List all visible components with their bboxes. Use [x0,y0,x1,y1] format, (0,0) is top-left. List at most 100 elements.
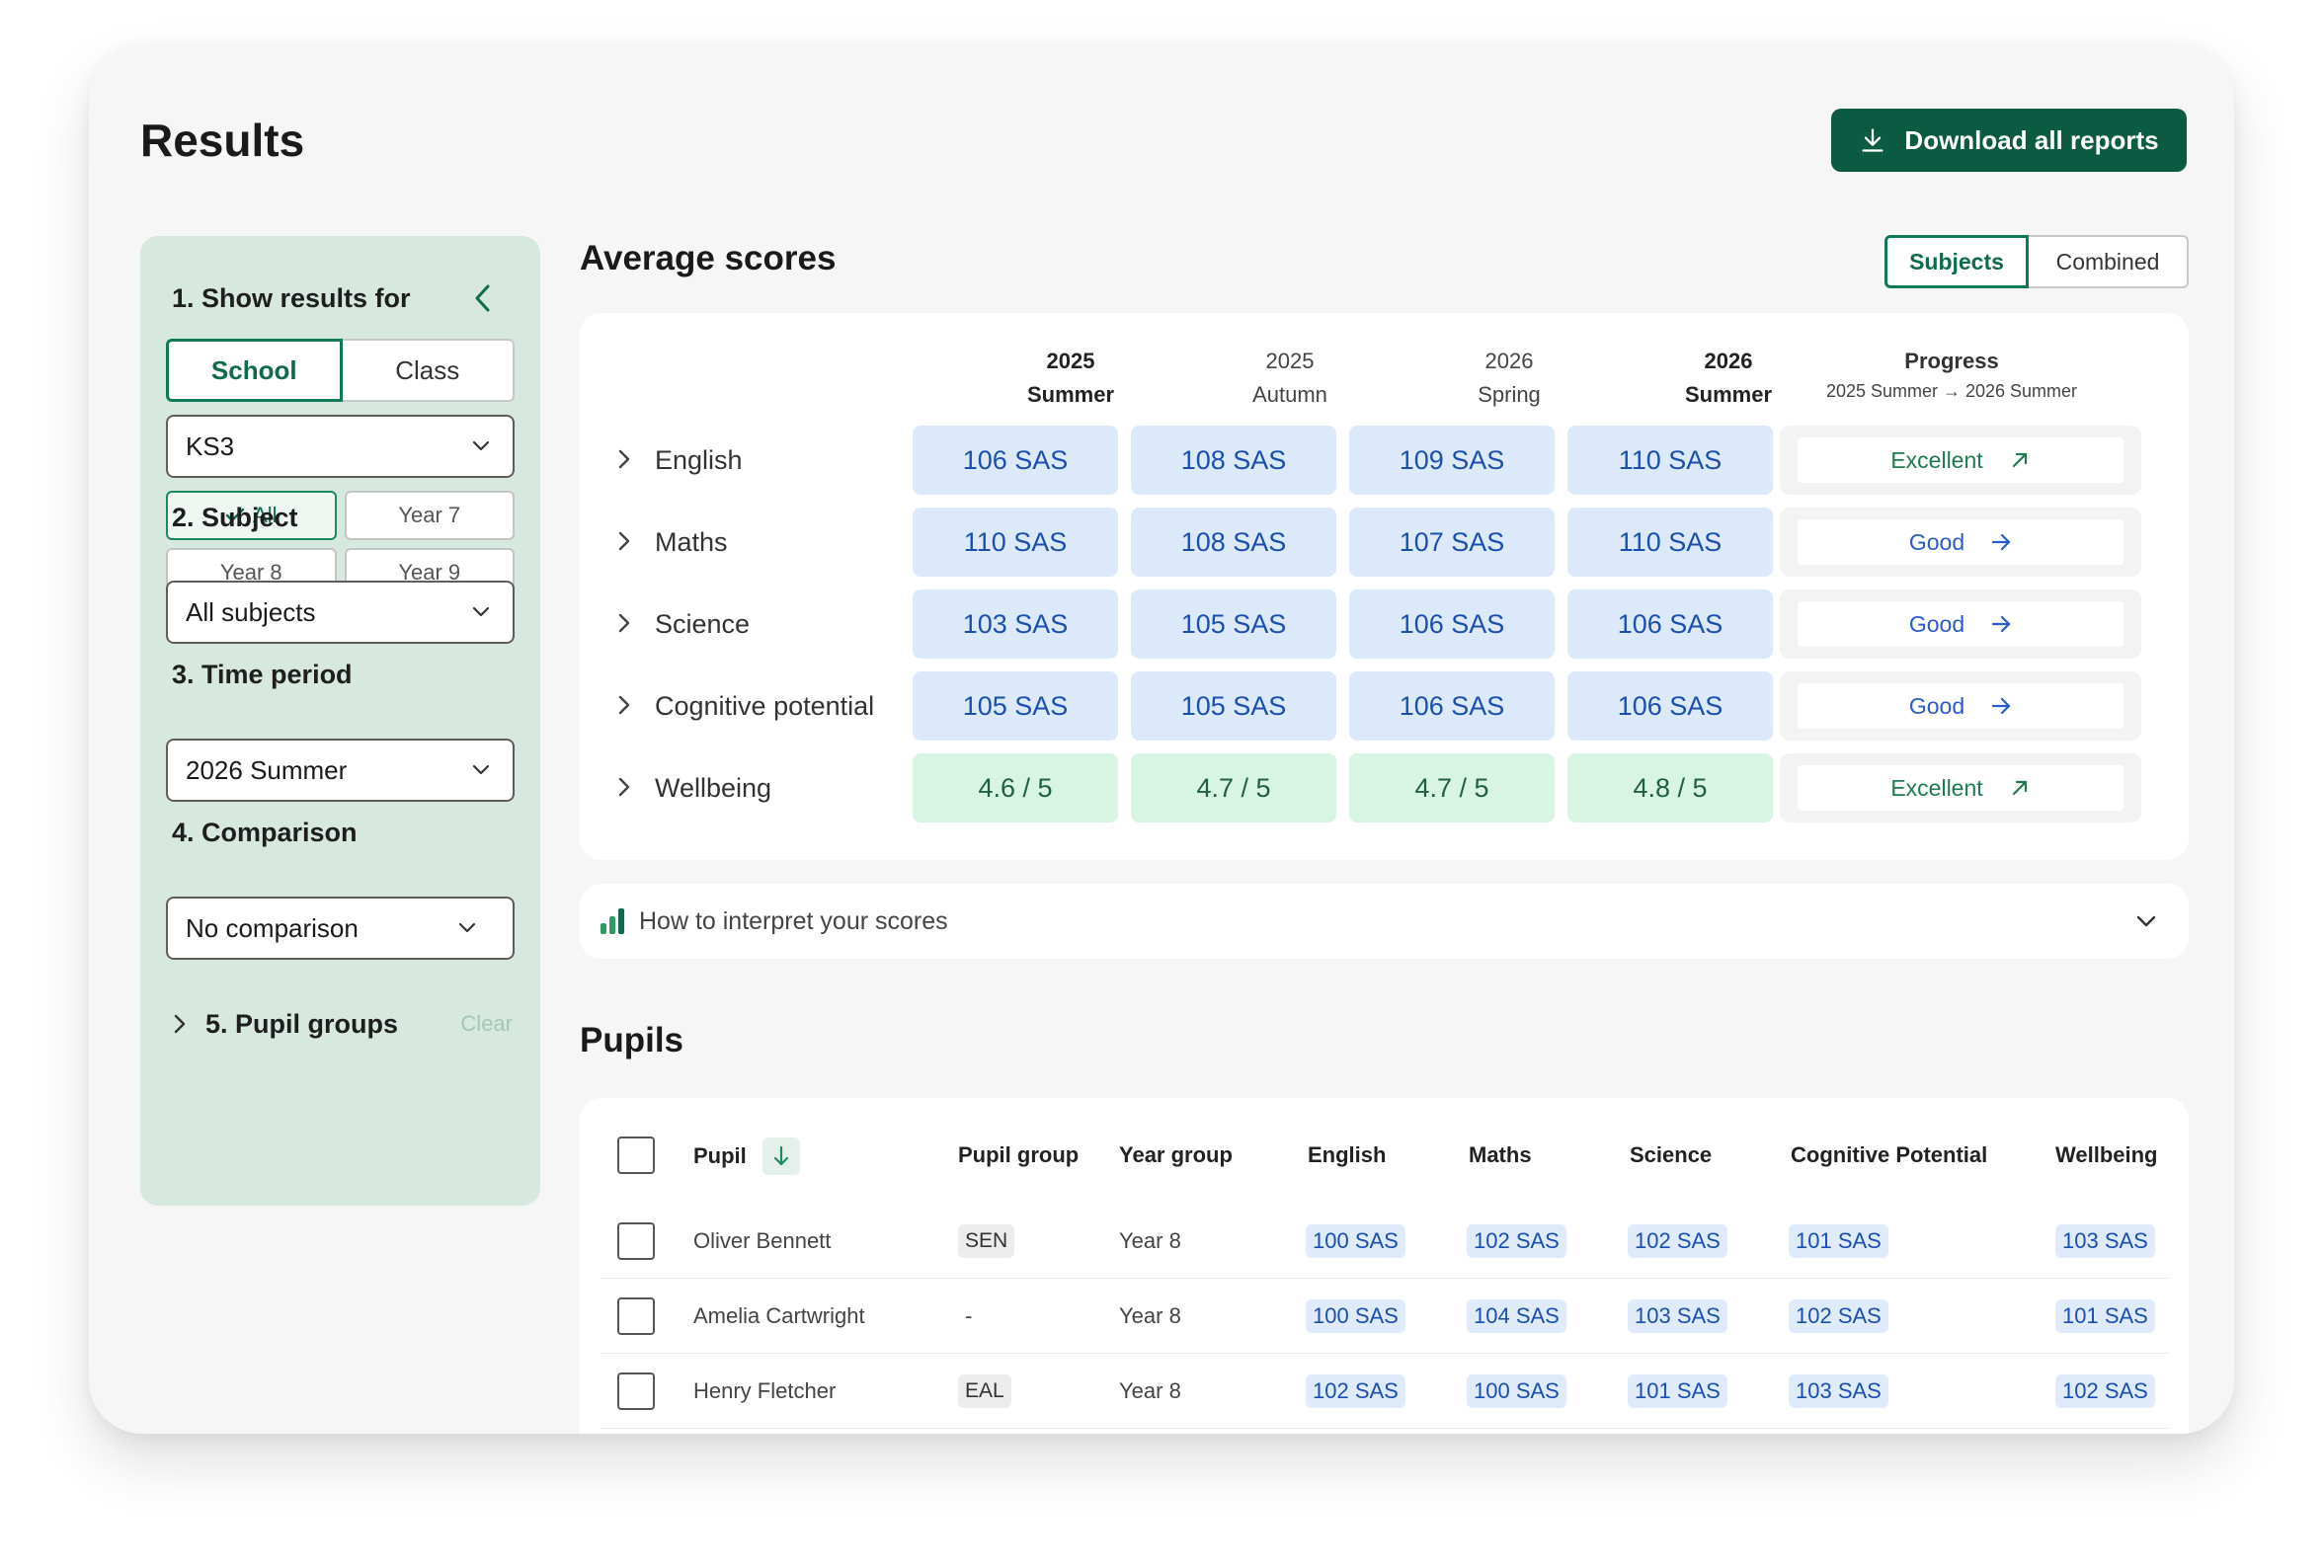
score-pill: 102 SAS [1628,1224,1727,1258]
filter-sidebar: 1. Show results for School Class KS3 All… [140,236,540,1206]
chevron-down-icon [472,440,490,451]
score-cell[interactable]: 106 SAS [913,426,1118,495]
progress-badge[interactable]: Good [1798,683,2124,729]
pupil-name[interactable]: Amelia Cartwright [693,1279,865,1354]
pupil-name[interactable]: Henry Fletcher [693,1354,836,1429]
wellbeing-header[interactable]: Wellbeing [2055,1137,2158,1173]
wellbeing-cell[interactable]: 4.8 / 5 [1567,753,1773,823]
table-row[interactable]: Henry Fletcher EAL Year 8 102 SAS 100 SA… [600,1354,2169,1429]
scope-school-button[interactable]: School [166,339,343,402]
arrow-up-right-icon [2012,452,2027,468]
chevron-right-icon[interactable] [617,529,631,553]
year-group-header[interactable]: Year group [1119,1137,1233,1173]
row-checkbox[interactable] [617,1372,655,1410]
pupil-column-header[interactable]: Pupil [693,1137,800,1175]
view-combined-button[interactable]: Combined [2029,235,2189,288]
science-header[interactable]: Science [1630,1137,1712,1173]
chevron-right-icon [174,1014,186,1034]
table-row[interactable]: Amelia Cartwright - Year 8 100 SAS 104 S… [600,1279,2169,1354]
score-cell[interactable]: 110 SAS [913,508,1118,577]
wellbeing-cell[interactable]: 4.6 / 5 [913,753,1118,823]
progress-badge[interactable]: Excellent [1798,765,2124,811]
score-pill: 102 SAS [1467,1224,1566,1258]
score-cell[interactable]: 106 SAS [1567,589,1773,659]
pupil-group-header[interactable]: Pupil group [958,1137,1079,1173]
score-cell[interactable]: 103 SAS [913,589,1118,659]
score-pill: 104 SAS [1467,1299,1566,1333]
year-chip-year-7[interactable]: Year 7 [344,491,515,540]
progress-badge[interactable]: Good [1798,519,2124,565]
arrow-right-icon [1992,697,2011,715]
score-cell[interactable]: 106 SAS [1567,671,1773,741]
score-pill: 103 SAS [1628,1299,1727,1333]
arrow-up-right-icon [2012,780,2027,796]
time-period-select[interactable]: 2026 Summer [166,739,515,802]
download-all-reports-button[interactable]: Download all reports [1831,109,2187,172]
score-cell[interactable]: 105 SAS [913,671,1118,741]
chevron-right-icon[interactable] [617,447,631,471]
score-row-maths: Maths 110 SAS 108 SAS 107 SAS 110 SAS Go… [580,508,2189,577]
comparison-title: 4. Comparison [172,818,358,847]
score-cell[interactable]: 110 SAS [1567,426,1773,495]
key-stage-select[interactable]: KS3 [166,415,515,478]
select-all-checkbox[interactable] [617,1137,655,1174]
chevron-right-icon[interactable] [617,775,631,799]
cognitive-potential-header[interactable]: Cognitive Potential [1791,1137,1987,1173]
score-cell[interactable]: 110 SAS [1567,508,1773,577]
row-checkbox[interactable] [617,1222,655,1260]
scope-class-button[interactable]: Class [342,339,515,402]
average-scores-title: Average scores [580,239,837,277]
comparison-select[interactable]: No comparison [166,897,515,960]
score-cell[interactable]: 108 SAS [1131,426,1336,495]
score-pill: 102 SAS [1789,1299,1888,1333]
score-cell[interactable]: 108 SAS [1131,508,1336,577]
column-header: 2025 Summer [967,345,1174,412]
chevron-right-icon[interactable] [617,693,631,717]
subject-name: English [655,444,743,475]
table-row[interactable]: Oliver Bennett SEN Year 8 100 SAS 102 SA… [600,1204,2169,1279]
subject-name: Science [655,608,751,639]
wellbeing-cell[interactable]: 4.7 / 5 [1131,753,1336,823]
subject-select[interactable]: All subjects [166,581,515,644]
download-label: Download all reports [1904,124,2159,155]
maths-header[interactable]: Maths [1469,1137,1532,1173]
english-header[interactable]: English [1308,1137,1386,1173]
interpret-scores-accordion[interactable]: How to interpret your scores [580,884,2189,959]
pupil-groups-title: 5. Pupil groups [205,1008,399,1039]
progress-label: Excellent [1890,774,1983,801]
year-group: Year 8 [1119,1378,1181,1403]
score-cell[interactable]: 107 SAS [1349,508,1555,577]
page-title: Results [140,115,305,166]
score-cell[interactable]: 109 SAS [1349,426,1555,495]
score-row-science: Science 103 SAS 105 SAS 106 SAS 106 SAS … [580,589,2189,659]
sort-button[interactable] [761,1137,800,1175]
view-subjects-button[interactable]: Subjects [1884,235,2029,288]
arrow-right-icon [1992,615,2011,633]
score-cell[interactable]: 106 SAS [1349,671,1555,741]
progress-subtitle: 2025 Summer → 2026 Summer [1825,381,2078,401]
time-period-value: 2026 Summer [186,754,348,785]
pupil-groups-row[interactable]: 5. Pupil groups Clear [172,1004,513,1044]
column-header: 2026 Spring [1405,345,1613,412]
chevron-right-icon[interactable] [617,611,631,635]
wellbeing-cell[interactable]: 4.7 / 5 [1349,753,1555,823]
clear-groups-link[interactable]: Clear [460,1011,513,1037]
score-cell[interactable]: 105 SAS [1131,589,1336,659]
progress-badge[interactable]: Good [1798,601,2124,647]
subject-value: All subjects [186,596,316,627]
score-row-wellbeing: Wellbeing 4.6 / 5 4.7 / 5 4.7 / 5 4.8 / … [580,753,2189,823]
score-cell[interactable]: 105 SAS [1131,671,1336,741]
progress-badge[interactable]: Excellent [1798,437,2124,483]
pupil-name[interactable]: Oliver Bennett [693,1204,831,1279]
column-year: 2025 [1265,349,1315,373]
progress-cell: Good [1780,589,2141,659]
average-scores-panel: 2025 Summer 2025 Autumn 2026 Spring 2026 Sum… [580,313,2189,860]
score-cell[interactable]: 106 SAS [1349,589,1555,659]
progress-cell: Good [1780,508,2141,577]
chevron-left-icon[interactable] [470,283,496,313]
score-row-cognitive-potential: Cognitive potential 105 SAS 105 SAS 106 … [580,671,2189,741]
row-checkbox[interactable] [617,1297,655,1335]
score-pill: 101 SAS [2055,1299,2155,1333]
download-icon [1862,128,1883,152]
arrow-down-icon [773,1145,788,1166]
